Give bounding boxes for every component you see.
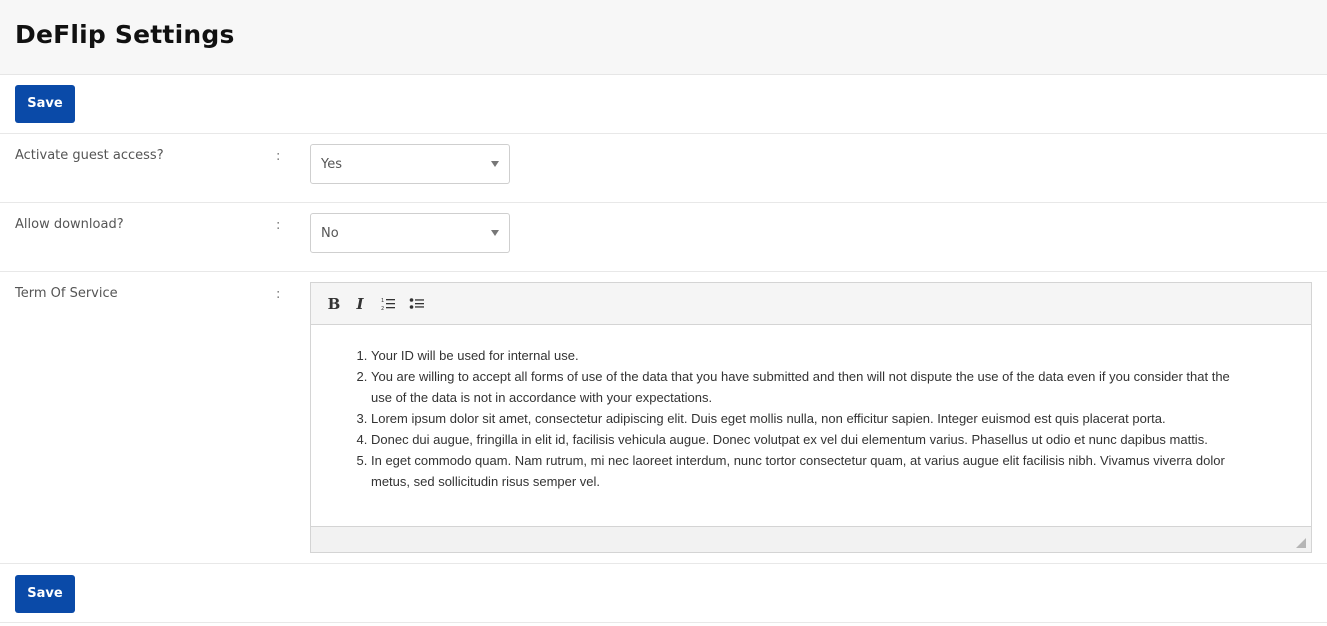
terms-label: Term Of Service — [15, 286, 118, 301]
terms-separator: : — [276, 287, 281, 302]
allow-download-value: No — [321, 226, 339, 241]
allow-download-label: Allow download? — [15, 217, 124, 232]
save-button-top[interactable]: Save — [15, 85, 75, 123]
bullet-list-button[interactable] — [406, 293, 428, 315]
allow-download-separator: : — [276, 218, 281, 233]
ordered-list-button[interactable]: 1 2 — [377, 293, 399, 315]
divider — [0, 271, 1327, 272]
page-title: DeFlip Settings — [15, 20, 235, 49]
italic-button[interactable]: I — [349, 293, 371, 315]
guest-access-separator: : — [276, 149, 281, 164]
list-item: Lorem ipsum dolor sit amet, consectetur … — [371, 408, 1241, 429]
terms-editor: B I 1 2 Your ID will be used for interna… — [310, 282, 1312, 553]
list-item: In eget commodo quam. Nam rutrum, mi nec… — [371, 450, 1241, 492]
save-button-bottom[interactable]: Save — [15, 575, 75, 613]
divider — [0, 622, 1327, 623]
divider — [0, 133, 1327, 134]
svg-text:1: 1 — [381, 298, 384, 304]
chevron-down-icon — [491, 161, 499, 167]
editor-statusbar — [311, 526, 1311, 552]
list-item: Your ID will be used for internal use. — [371, 345, 1241, 366]
bold-button[interactable]: B — [323, 293, 345, 315]
terms-list: Your ID will be used for internal use. Y… — [371, 345, 1241, 492]
list-item: Donec dui augue, fringilla in elit id, f… — [371, 429, 1241, 450]
list-item: You are willing to accept all forms of u… — [371, 366, 1241, 408]
ordered-list-icon: 1 2 — [381, 298, 395, 312]
divider — [0, 563, 1327, 564]
guest-access-value: Yes — [321, 157, 342, 172]
allow-download-select[interactable]: No — [310, 213, 510, 253]
chevron-down-icon — [491, 230, 499, 236]
divider — [0, 202, 1327, 203]
guest-access-select[interactable]: Yes — [310, 144, 510, 184]
resize-handle-icon[interactable] — [1296, 538, 1306, 548]
editor-toolbar: B I 1 2 — [311, 283, 1311, 325]
svg-text:2: 2 — [381, 306, 384, 312]
editor-content[interactable]: Your ID will be used for internal use. Y… — [311, 326, 1311, 526]
bullet-list-icon — [409, 298, 424, 309]
page-header: DeFlip Settings — [0, 0, 1327, 75]
guest-access-label: Activate guest access? — [15, 148, 164, 163]
